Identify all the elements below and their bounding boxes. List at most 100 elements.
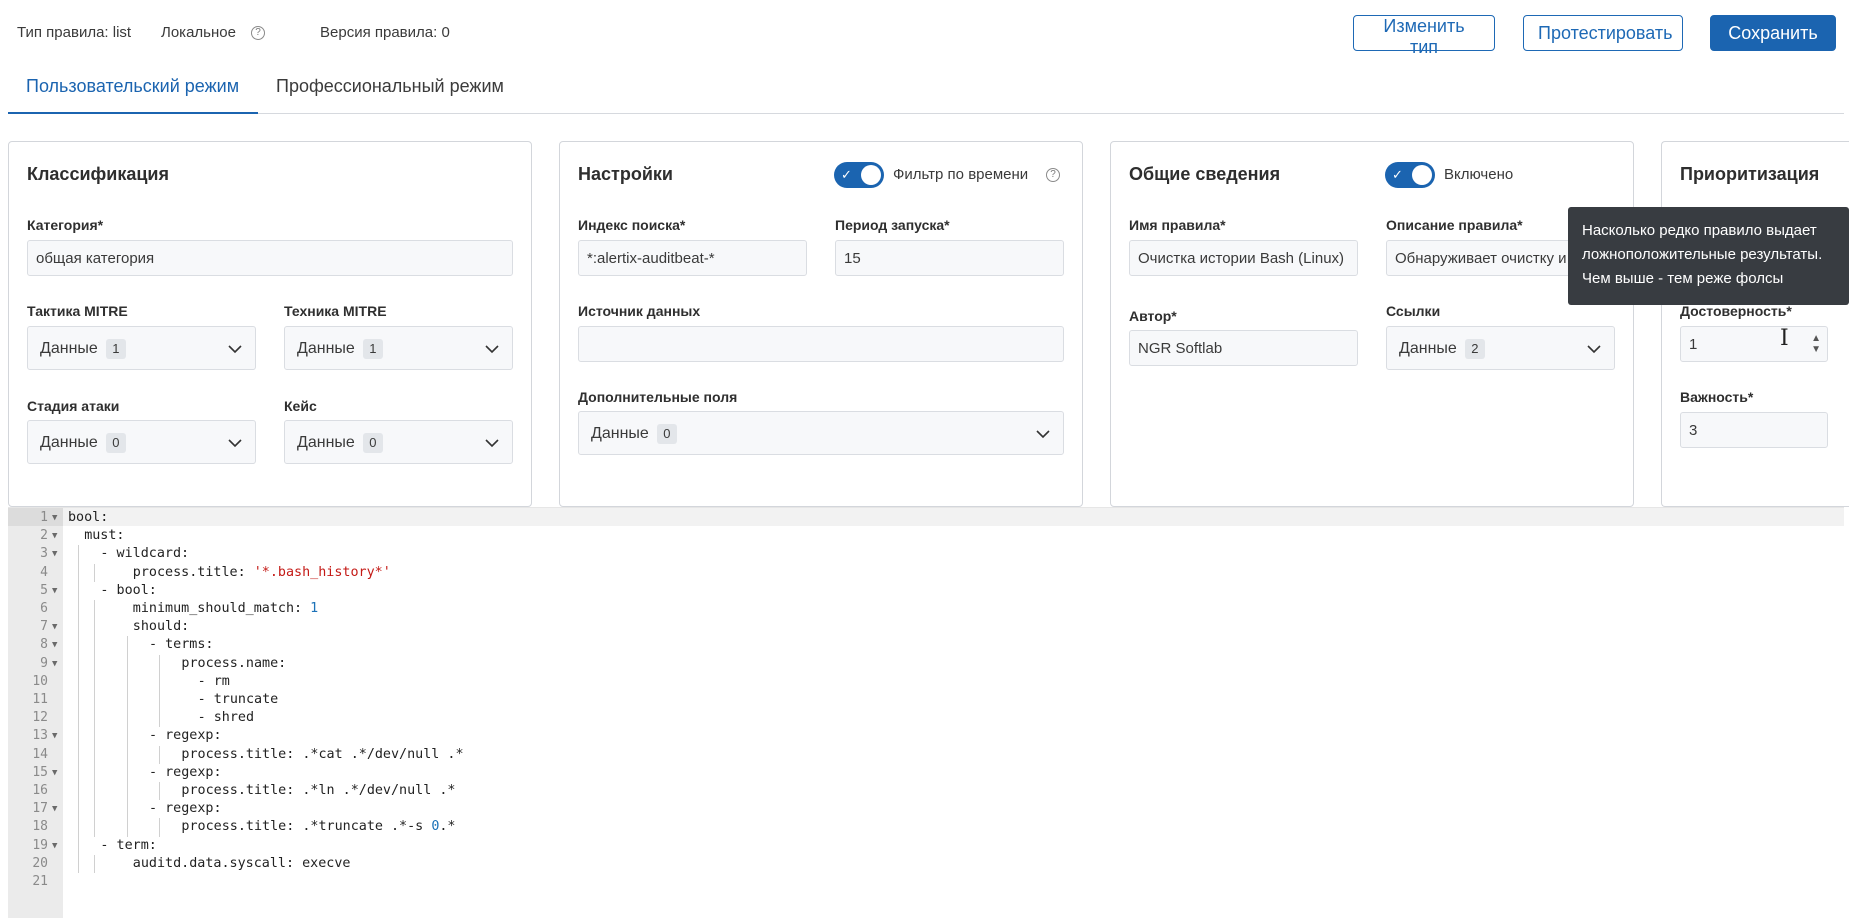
rule-name-input[interactable]: Очистка истории Bash (Linux) — [1129, 240, 1358, 276]
indent-guide — [94, 818, 96, 837]
test-button[interactable]: Протестировать — [1523, 15, 1683, 51]
code-text: bool: — [68, 509, 108, 527]
attack-stage-select[interactable]: Данные 0 — [27, 420, 256, 464]
indent-guide — [94, 782, 96, 801]
fold-arrow-icon[interactable]: ▼ — [52, 800, 57, 818]
search-index-input[interactable]: *:alertix-auditbeat-* — [578, 240, 807, 276]
code-text: must: — [84, 527, 124, 545]
line-number: 18 — [32, 819, 48, 835]
indent-guide — [126, 654, 128, 673]
settings-card: Настройки ✓ Фильтр по времени ? Индекс п… — [559, 141, 1083, 507]
indent-guide — [159, 782, 161, 801]
links-label: Ссылки — [1386, 303, 1441, 319]
code-token: .* — [439, 819, 456, 835]
line-number: 4 — [40, 564, 48, 580]
fold-arrow-icon[interactable]: ▼ — [52, 545, 57, 563]
extra-fields-label: Дополнительные поля — [578, 389, 738, 405]
general-info-title: Общие сведения — [1129, 164, 1281, 184]
code-token: minimum_should_match: — [132, 601, 311, 616]
indent-guide — [94, 763, 96, 782]
chevron-down-icon — [228, 439, 242, 448]
code-text: process.title: '*.bash_history*' — [133, 564, 391, 582]
run-period-input[interactable]: 15 — [835, 240, 1064, 276]
links-value: Данные — [1399, 340, 1457, 357]
line-number: 6 — [40, 601, 48, 616]
indent-guide — [78, 763, 80, 782]
enabled-toggle[interactable]: ✓ — [1385, 162, 1435, 188]
fold-arrow-icon[interactable]: ▼ — [52, 837, 57, 855]
change-type-button[interactable]: Изменить тип — [1353, 15, 1495, 57]
code-number: 1 — [310, 601, 319, 616]
indent-guide — [78, 563, 80, 582]
mitre-technique-value: Данные — [297, 340, 355, 357]
fold-arrow-icon[interactable]: ▼ — [52, 636, 57, 654]
indent-guide — [159, 654, 161, 673]
links-select[interactable]: Данные 2 — [1386, 326, 1615, 370]
importance-input[interactable]: 3 — [1680, 412, 1828, 448]
fold-arrow-icon[interactable]: ▼ — [52, 618, 57, 636]
fold-arrow-icon[interactable]: ▼ — [52, 582, 57, 600]
case-select[interactable]: Данные 0 — [284, 420, 513, 464]
extra-fields-value: Данные — [591, 425, 649, 442]
tab-user-mode[interactable]: Пользовательский режим — [26, 76, 239, 97]
indent-guide — [159, 691, 161, 710]
fold-arrow-icon[interactable]: ▼ — [52, 764, 57, 782]
yaml-code-editor[interactable]: 1 ▼ bool: 2 ▼ must: 3 ▼ - wildcard: 4 process.titl… — [8, 507, 1844, 918]
links-count: 2 — [1464, 339, 1485, 359]
line-number: 14 — [32, 746, 48, 762]
tab-professional-mode[interactable]: Профессиональный режим — [276, 76, 504, 97]
line-number: 16 — [32, 783, 48, 798]
mitre-tactic-value: Данные — [40, 340, 98, 357]
line-number: 10 — [32, 673, 48, 689]
code-token: - regexp: — [149, 764, 222, 780]
fold-arrow-icon[interactable]: ▼ — [52, 509, 57, 527]
time-filter-toggle[interactable]: ✓ — [834, 162, 884, 188]
code-token: bool: — [68, 510, 109, 525]
fold-arrow-icon[interactable]: ▼ — [52, 727, 57, 745]
indent-guide — [126, 782, 128, 801]
mitre-technique-select[interactable]: Данные 1 — [284, 326, 513, 370]
author-input[interactable]: NGR Softlab — [1129, 330, 1358, 366]
indent-guide — [159, 672, 161, 691]
indent-guide — [94, 800, 96, 819]
help-icon[interactable]: ? — [1046, 168, 1060, 182]
check-icon: ✓ — [1392, 167, 1403, 182]
save-button[interactable]: Сохранить — [1710, 15, 1836, 51]
extra-fields-select[interactable]: Данные 0 — [578, 411, 1064, 455]
mitre-tactic-select[interactable]: Данные 1 — [27, 326, 256, 370]
indent-guide — [78, 618, 80, 637]
indent-guide — [94, 636, 96, 655]
classification-card: Классификация Категория* общая категория… — [8, 141, 532, 507]
code-token: - wildcard: — [100, 546, 190, 562]
indent-guide — [126, 709, 128, 728]
chevron-down-icon — [1587, 345, 1601, 354]
stepper-icon[interactable]: ▲ ▼ — [1811, 333, 1821, 355]
indent-guide — [78, 581, 80, 600]
attack-stage-count: 0 — [105, 433, 126, 453]
line-number: 17 — [32, 801, 48, 817]
indent-guide — [94, 727, 96, 746]
check-icon: ✓ — [841, 167, 852, 182]
fold-arrow-icon[interactable]: ▼ — [52, 527, 57, 545]
active-line-highlight — [8, 508, 1844, 526]
code-text: - truncate — [198, 691, 279, 709]
indent-guide — [94, 563, 96, 582]
confidence-input[interactable]: 1 ▲ ▼ — [1680, 326, 1828, 362]
rule-description-label: Описание правила* — [1386, 217, 1523, 233]
confidence-value: 1 — [1689, 336, 1698, 353]
line-number: 12 — [32, 710, 48, 726]
code-text: - wildcard: — [100, 545, 189, 563]
category-input[interactable]: общая категория — [27, 240, 513, 276]
line-number: 11 — [32, 692, 48, 707]
data-source-input[interactable] — [578, 326, 1064, 362]
importance-label: Важность* — [1680, 389, 1754, 405]
confidence-label: Достоверность* — [1680, 303, 1792, 319]
indent-guide — [126, 636, 128, 655]
indent-guide — [159, 709, 161, 728]
indent-guide — [126, 691, 128, 710]
code-token: should: — [132, 619, 190, 635]
fold-arrow-icon[interactable]: ▼ — [52, 655, 57, 673]
code-text: minimum_should_match: 1 — [133, 600, 318, 618]
prioritization-card: Приоритизация Достоверность* 1 ▲ ▼ Важнос… — [1661, 141, 1849, 507]
help-icon[interactable]: ? — [251, 26, 265, 40]
